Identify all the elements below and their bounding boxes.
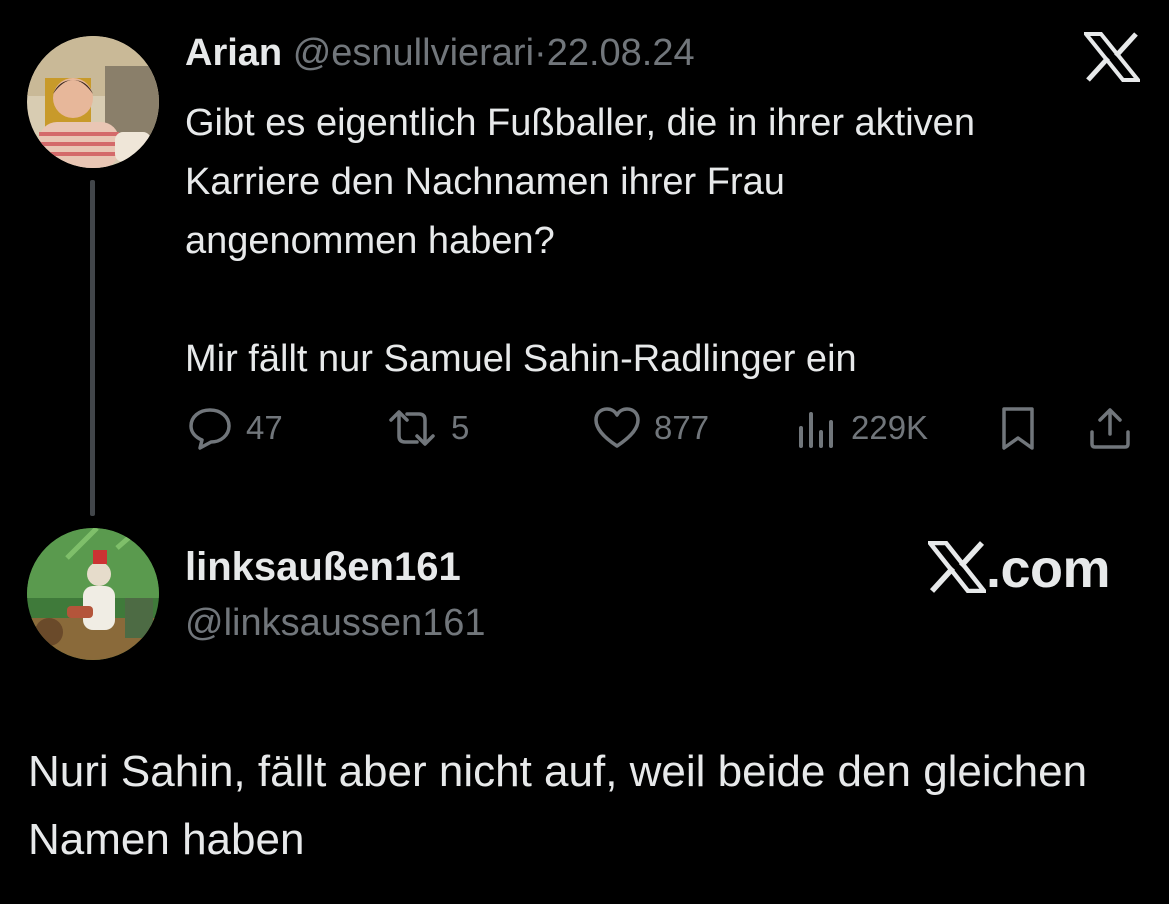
reply-icon [186,404,234,452]
bookmark-button[interactable] [996,398,1040,458]
reply-count: 47 [246,409,283,446]
views-count: 229K [851,409,929,446]
header-separator: · [534,32,547,74]
x-com-text: .com [986,539,1111,599]
views-button[interactable]: 229K [795,398,928,458]
avatar-arian[interactable] [27,36,159,168]
avatar-linksaussen161[interactable] [27,528,159,660]
share-button[interactable] [1086,398,1134,458]
share-icon [1086,404,1134,452]
repost-icon [385,404,439,452]
x-logo-icon[interactable] [1081,32,1143,82]
reply-author-handle[interactable]: @linksaussen161 [185,602,486,645]
x-com-watermark: .com [925,538,1111,600]
tweet-text: Gibt es eigentlich Fußballer, die in ihr… [185,102,975,380]
bookmark-icon [996,404,1040,452]
repost-count: 5 [451,409,470,446]
reply-text: Nuri Sahin, fällt aber nicht auf, weil b… [28,747,1088,864]
reply-author-name[interactable]: linksaußen161 [185,545,461,590]
like-count: 877 [654,409,710,446]
author-name[interactable]: Arian [185,32,282,74]
like-button[interactable]: 877 [592,398,709,458]
views-icon [795,404,839,452]
author-handle[interactable]: @esnullvierari [293,32,534,74]
tweet-header: Arian @esnullvierari·22.08.24 [185,32,695,75]
tweet-actions-bar: 47 5 877 229K [0,398,1169,458]
like-icon [592,404,642,452]
tweet-date[interactable]: 22.08.24 [547,32,695,74]
x-logo-icon [925,540,989,598]
reply-button[interactable]: 47 [186,398,283,458]
repost-button[interactable]: 5 [385,398,469,458]
thread-connector-line [90,180,95,516]
